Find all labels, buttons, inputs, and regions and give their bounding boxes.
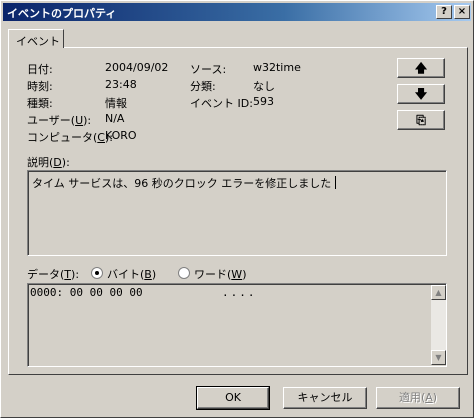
category-value: なし: [253, 80, 275, 93]
computer-value: KORO: [105, 129, 137, 142]
source-value: w32time: [253, 61, 301, 74]
description-text: タイム サービスは、96 秒のクロック エラーを修正しました: [32, 175, 337, 191]
tab-event[interactable]: イベント: [8, 29, 64, 48]
copy-icon: ⎘: [416, 113, 426, 127]
type-value: 情報: [105, 97, 127, 110]
window-title: イベントのプロパティ: [7, 7, 117, 20]
time-value: 23:48: [105, 78, 137, 91]
data-scrollbar[interactable]: ▲ ▼: [431, 285, 446, 365]
date-value: 2004/09/02: [105, 61, 169, 74]
scroll-down-button[interactable]: ▼: [431, 350, 446, 365]
ok-button[interactable]: OK: [196, 386, 270, 410]
bytes-radio-label[interactable]: バイト(B): [107, 266, 156, 282]
scroll-up-button[interactable]: ▲: [431, 285, 446, 300]
help-button[interactable]: ?: [436, 5, 452, 19]
apply-button[interactable]: 適用(A): [376, 387, 460, 409]
event-id-value: 593: [253, 95, 274, 108]
previous-event-button[interactable]: 🡅: [397, 58, 445, 78]
title-bar[interactable]: イベントのプロパティ ? ×: [3, 3, 471, 21]
arrow-up-icon: 🡅: [414, 61, 428, 75]
arrow-down-icon: 🡇: [414, 87, 428, 101]
source-label: ソース:: [190, 63, 227, 76]
copy-button[interactable]: ⎘: [397, 110, 445, 130]
type-label: 種類:: [27, 97, 53, 110]
description-textbox[interactable]: タイム サービスは、96 秒のクロック エラーを修正しました: [27, 170, 447, 256]
user-label: ユーザー(U):: [27, 114, 92, 127]
time-label: 時刻:: [27, 80, 53, 93]
computer-label: コンピュータ(C):: [27, 131, 113, 144]
tab-event-label: イベント: [16, 35, 60, 48]
close-button[interactable]: ×: [454, 5, 470, 19]
data-ascii-line: ....: [222, 286, 257, 299]
data-hex-line: 0000: 00 00 00 00: [30, 286, 143, 299]
bytes-radio[interactable]: [91, 267, 103, 279]
event-id-label: イベント ID:: [190, 97, 253, 110]
category-label: 分類:: [190, 80, 216, 93]
event-properties-dialog: イベントのプロパティ ? × イベント 日付: 2004/09/02 時刻: 2…: [0, 0, 474, 418]
cancel-button[interactable]: キャンセル: [283, 387, 367, 409]
data-textbox[interactable]: 0000: 00 00 00 00 ....: [27, 283, 447, 367]
description-label: 説明(D):: [27, 156, 70, 169]
date-label: 日付:: [27, 63, 53, 76]
user-value: N/A: [105, 112, 125, 125]
words-radio[interactable]: [178, 267, 190, 279]
data-label: データ(T):: [27, 268, 80, 281]
words-radio-label[interactable]: ワード(W): [194, 266, 246, 282]
next-event-button[interactable]: 🡇: [397, 84, 445, 104]
